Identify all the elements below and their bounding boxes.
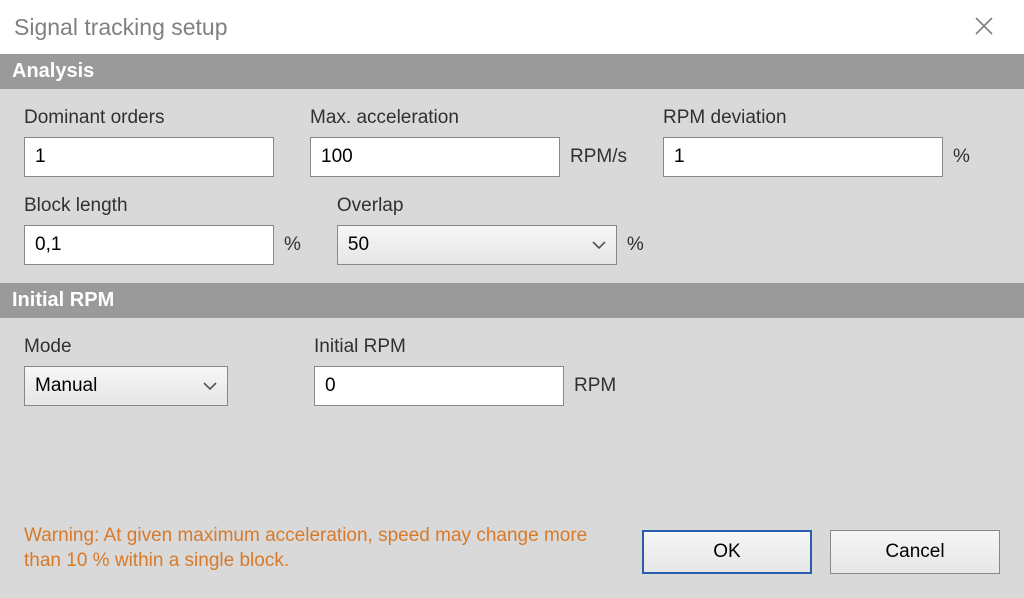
section-header-analysis: Analysis <box>0 54 1024 89</box>
overlap-value: 50 <box>348 234 369 256</box>
rpm-deviation-input[interactable] <box>663 137 943 177</box>
block-length-input[interactable] <box>24 225 274 265</box>
titlebar: Signal tracking setup <box>0 0 1024 54</box>
initial-rpm-label: Initial RPM <box>314 336 616 358</box>
section-body-analysis: Dominant orders Max. acceleration RPM/s … <box>0 89 1024 283</box>
chevron-down-icon <box>203 378 217 395</box>
dominant-orders-label: Dominant orders <box>24 107 274 129</box>
initial-rpm-input[interactable] <box>314 366 564 406</box>
mode-label: Mode <box>24 336 228 358</box>
chevron-down-icon <box>592 237 606 254</box>
close-icon[interactable] <box>964 8 1004 47</box>
overlap-select[interactable]: 50 <box>337 225 617 265</box>
max-acceleration-input[interactable] <box>310 137 560 177</box>
mode-value: Manual <box>35 375 97 397</box>
footer: Warning: At given maximum acceleration, … <box>0 507 1024 598</box>
max-acceleration-unit: RPM/s <box>570 146 627 168</box>
overlap-unit: % <box>627 234 644 256</box>
rpm-deviation-unit: % <box>953 146 970 168</box>
mode-select[interactable]: Manual <box>24 366 228 406</box>
rpm-deviation-label: RPM deviation <box>663 107 970 129</box>
block-length-unit: % <box>284 234 301 256</box>
window-title: Signal tracking setup <box>14 14 228 41</box>
block-length-label: Block length <box>24 195 301 217</box>
dialog-buttons: OK Cancel <box>642 530 1000 574</box>
warning-text: Warning: At given maximum acceleration, … <box>24 523 624 574</box>
cancel-button[interactable]: Cancel <box>830 530 1000 574</box>
max-acceleration-label: Max. acceleration <box>310 107 627 129</box>
ok-button[interactable]: OK <box>642 530 812 574</box>
section-body-initial-rpm: Mode Manual Initial RPM RPM <box>0 318 1024 424</box>
dominant-orders-input[interactable] <box>24 137 274 177</box>
initial-rpm-unit: RPM <box>574 375 616 397</box>
section-header-initial-rpm: Initial RPM <box>0 283 1024 318</box>
overlap-label: Overlap <box>337 195 644 217</box>
